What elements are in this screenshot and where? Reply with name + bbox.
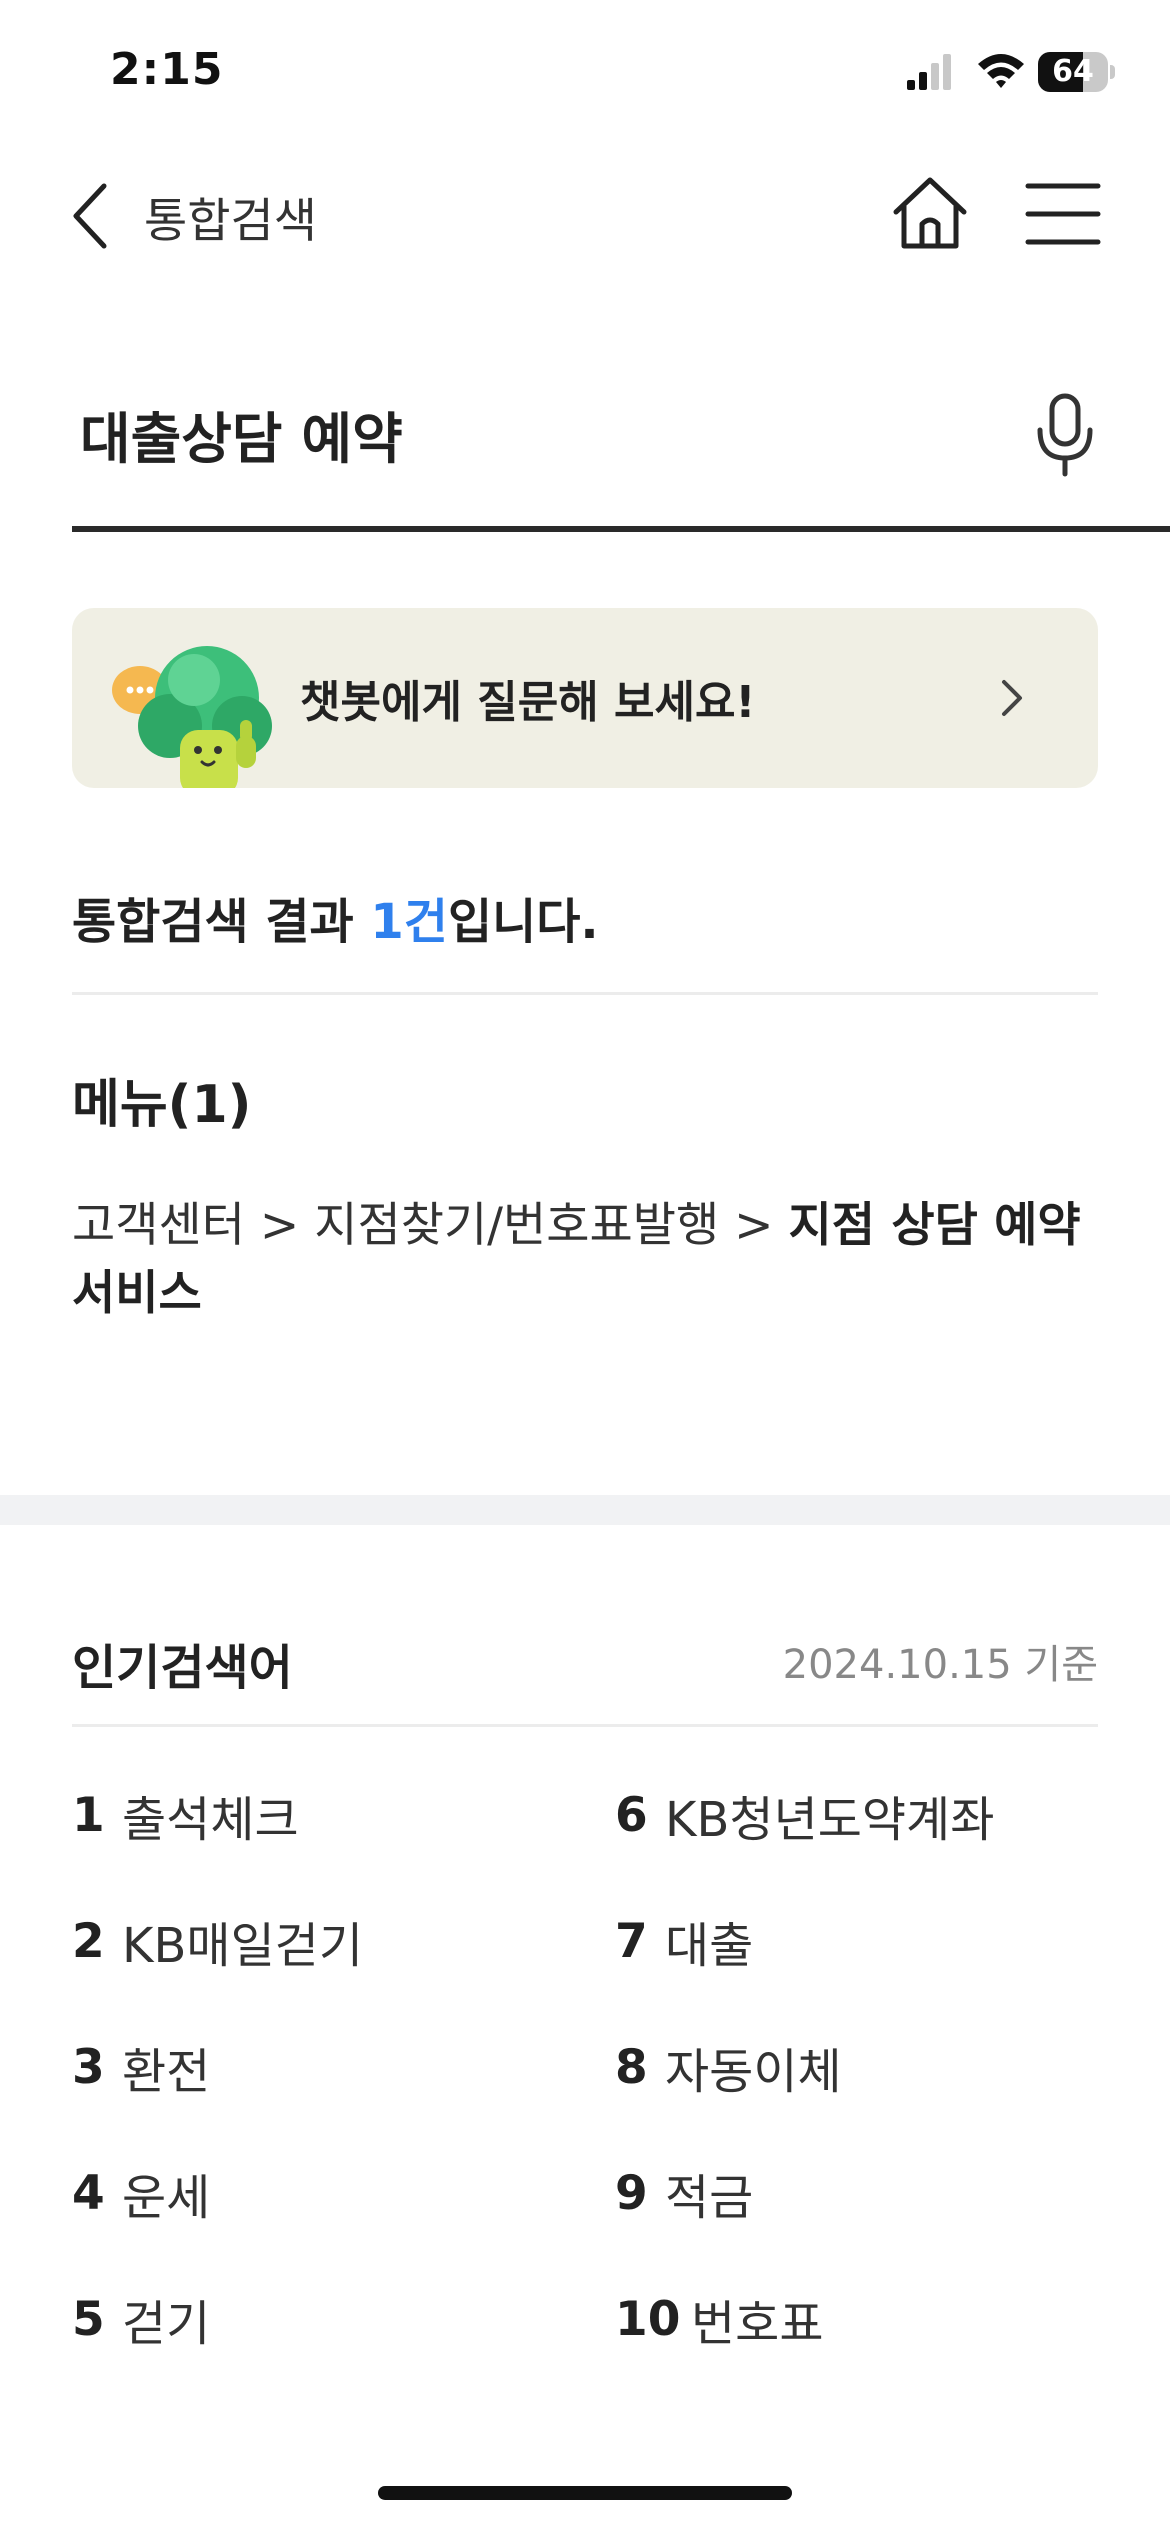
chatbot-prompt-text: 챗봇에게 질문해 보세요! (300, 677, 756, 728)
popular-keyword: 운세 (122, 2170, 211, 2226)
chatbot-character-icon (112, 646, 272, 788)
top-navigation-bar: 통합검색 (0, 150, 1170, 280)
search-results-screen: 2:15 64 통합검색 대출상담 예약 챗봇에게 질문해 보세요! 통합검색 … (0, 0, 1170, 2532)
popular-rank: 6 (615, 1787, 648, 1843)
back-arrow-icon[interactable] (62, 178, 122, 254)
popular-searches-date: 2024.10.15 기준 (782, 1642, 1098, 1688)
popular-keyword: 출석체크 (122, 1792, 299, 1848)
result-summary-suffix: 입니다. (447, 894, 599, 950)
popular-search-item[interactable]: 10 번호표 (615, 2284, 823, 2354)
cellular-signal-icon (907, 54, 951, 90)
popular-keyword: 적금 (665, 2170, 754, 2226)
popular-rank: 10 (615, 2291, 681, 2347)
popular-keyword: 자동이체 (665, 2044, 842, 2100)
popular-keyword: 걷기 (122, 2296, 211, 2352)
search-field[interactable]: 대출상담 예약 (72, 350, 1170, 536)
popular-rank: 5 (72, 2291, 105, 2347)
popular-keyword: KB매일걷기 (122, 1918, 364, 1974)
home-indicator[interactable] (378, 2486, 792, 2500)
menu-result-path: 고객센터 > 지점찾기/번호표발행 > (72, 1198, 789, 1253)
wifi-icon (978, 54, 1024, 88)
popular-keyword: 번호표 (691, 2296, 824, 2352)
chatbot-banner[interactable]: 챗봇에게 질문해 보세요! (72, 608, 1098, 788)
section-separator (0, 1495, 1170, 1525)
popular-keyword: KB청년도약계좌 (665, 1792, 995, 1848)
popular-rank: 8 (615, 2039, 648, 2095)
popular-keyword: 대출 (665, 1918, 754, 1974)
page-title: 통합검색 (144, 194, 317, 249)
popular-search-item[interactable]: 2 KB매일걷기 (72, 1906, 363, 1976)
status-bar: 2:15 64 (0, 0, 1170, 150)
divider (72, 1724, 1098, 1727)
popular-search-item[interactable]: 1 출석체크 (72, 1780, 299, 1850)
popular-rank: 9 (615, 2165, 648, 2221)
popular-searches-title: 인기검색어 (72, 1640, 293, 1696)
popular-search-item[interactable]: 6 KB청년도약계좌 (615, 1780, 994, 1850)
popular-search-item[interactable]: 9 적금 (615, 2158, 753, 2228)
popular-rank: 3 (72, 2039, 105, 2095)
result-summary: 통합검색 결과 1건입니다. (72, 882, 599, 952)
popular-rank: 1 (72, 1787, 105, 1843)
popular-search-item[interactable]: 4 운세 (72, 2158, 210, 2228)
popular-search-item[interactable]: 5 걷기 (72, 2284, 210, 2354)
popular-rank: 2 (72, 1913, 105, 1969)
popular-keyword: 환전 (122, 2044, 211, 2100)
battery-icon: 64 (1038, 52, 1115, 92)
result-count: 1건 (370, 894, 448, 950)
menu-section-title: 메뉴(1) (72, 1075, 252, 1135)
popular-search-item[interactable]: 7 대출 (615, 1906, 753, 1976)
popular-rank: 4 (72, 2165, 105, 2221)
search-underline (72, 526, 1170, 532)
battery-percent: 64 (1052, 54, 1094, 89)
chevron-right-icon (1002, 680, 1022, 716)
hamburger-menu-icon[interactable] (1024, 176, 1102, 252)
menu-result-link[interactable]: 고객센터 > 지점찾기/번호표발행 > 지점 상담 예약서비스 (72, 1192, 1098, 1328)
result-summary-prefix: 통합검색 결과 (72, 894, 371, 950)
microphone-icon[interactable] (1030, 390, 1100, 480)
popular-search-item[interactable]: 3 환전 (72, 2032, 210, 2102)
popular-search-item[interactable]: 8 자동이체 (615, 2032, 842, 2102)
search-input[interactable]: 대출상담 예약 (80, 394, 403, 474)
divider (72, 992, 1098, 995)
popular-rank: 7 (615, 1913, 648, 1969)
status-time: 2:15 (110, 44, 224, 95)
home-icon[interactable] (888, 172, 972, 256)
